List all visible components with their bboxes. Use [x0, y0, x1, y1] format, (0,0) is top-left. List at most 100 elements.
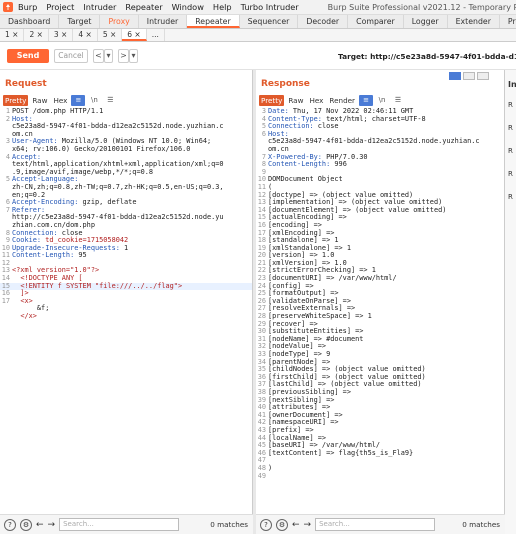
- send-button[interactable]: Send: [7, 49, 49, 63]
- help-icon[interactable]: ?: [4, 518, 16, 531]
- gear-icon[interactable]: ⚙: [20, 518, 32, 531]
- code-line: 48): [256, 463, 504, 473]
- request-tab-raw[interactable]: Raw: [30, 95, 49, 106]
- line-text: ): [268, 463, 504, 473]
- tab-extender[interactable]: Extender: [448, 15, 500, 28]
- line-text: [268, 457, 504, 465]
- line-text: Content-Length: 95: [12, 251, 252, 260]
- newline-icon[interactable]: \n: [87, 95, 101, 106]
- menu-intruder[interactable]: Intruder: [83, 2, 116, 12]
- response-viewer[interactable]: 3 Date: Thu, 17 Nov 2022 02:46:11 GMT 4 Con…: [256, 108, 504, 514]
- request-tab-pretty[interactable]: Pretty: [3, 94, 29, 106]
- word-wrap-icon[interactable]: ≡: [71, 94, 86, 106]
- response-tab-raw[interactable]: Raw: [286, 95, 305, 106]
- inspector-panel: In R R R R R: [505, 70, 516, 534]
- code-token: <!ENTITY f SYSTEM "file:///../../flag">: [12, 281, 183, 290]
- tab-sequencer[interactable]: Sequencer: [240, 15, 299, 28]
- tab-repeater[interactable]: Repeater: [187, 15, 240, 28]
- code-token: [textContent] => flag{th5s_is_Fla9}: [268, 448, 414, 457]
- response-tab-render[interactable]: Render: [327, 95, 357, 106]
- code-token: c5e23a8d-5947-4f01-bdda-d12ea2c5152d.nod…: [268, 137, 480, 146]
- inspector-row[interactable]: R: [508, 170, 513, 178]
- main-tab-bar: Dashboard Target Proxy Intruder Repeater…: [0, 15, 516, 29]
- repeater-tab-1[interactable]: 1 ×: [0, 29, 25, 41]
- line-text: DOMDocument Object: [268, 176, 504, 184]
- menu-bar: Burp Project Intruder Repeater Window He…: [0, 0, 516, 15]
- inspector-row[interactable]: R: [508, 193, 513, 201]
- tab-dashboard[interactable]: Dashboard: [0, 15, 60, 28]
- line-number: 5: [5, 175, 10, 184]
- repeater-tab-3[interactable]: 3 ×: [49, 29, 74, 41]
- code-token: c5e23a8d-5947-4f01-bdda-d12ea2c5152d.nod…: [12, 122, 224, 131]
- menu-icon[interactable]: ☰: [103, 95, 117, 106]
- line-number: 17: [1, 296, 10, 305]
- line-text: [268, 473, 504, 481]
- menu-project[interactable]: Project: [46, 2, 74, 12]
- code-token: 95: [78, 251, 87, 260]
- forward-button[interactable]: >: [118, 49, 129, 63]
- repeater-tab-5[interactable]: 5 ×: [98, 29, 123, 41]
- response-title: Response: [261, 79, 310, 89]
- tab-comparer[interactable]: Comparer: [348, 15, 404, 28]
- tab-project-options[interactable]: Project opti: [500, 15, 516, 28]
- request-search-input[interactable]: Search...: [59, 518, 180, 531]
- menu-turbo-intruder[interactable]: Turbo Intruder: [241, 2, 299, 12]
- request-tab-hex[interactable]: Hex: [51, 95, 69, 106]
- line-number: [0, 161, 12, 169]
- menu-repeater[interactable]: Repeater: [125, 2, 162, 12]
- code-line: c5e23a8d-5947-4f01-bdda-d12ea2c5152d.nod…: [256, 138, 504, 146]
- menu-burp[interactable]: Burp: [18, 2, 37, 12]
- code-token: ): [268, 463, 273, 472]
- repeater-tab-6[interactable]: 6 ×: [122, 29, 147, 41]
- inspector-row[interactable]: R: [508, 147, 513, 155]
- line-text: c5e23a8d-5947-4f01-bdda-d12ea2c5152d.nod…: [268, 138, 504, 146]
- request-view-tabs: Pretty Raw Hex ≡ \n ☰: [3, 94, 119, 106]
- line-number: [0, 305, 12, 313]
- response-search-input[interactable]: Search...: [315, 518, 436, 531]
- line-number: 6: [261, 129, 266, 138]
- target-label[interactable]: Target: http://c5e23a8d-5947-4f01-bdda-d…: [338, 52, 516, 61]
- line-number: 7: [5, 205, 10, 214]
- search-next-icon[interactable]: →: [304, 520, 312, 530]
- repeater-tab-bar: 1 × 2 × 3 × 4 × 5 × 6 × ...: [0, 29, 516, 42]
- layout-tabs-icon[interactable]: [477, 72, 489, 80]
- request-panel: Request Pretty Raw Hex ≡ \n ☰ 1 POST /dom…: [0, 70, 253, 514]
- layout-side-by-side-icon[interactable]: [449, 72, 461, 80]
- line-text: <!ENTITY f SYSTEM "file:///../../flag">: [12, 281, 252, 291]
- repeater-tab-4[interactable]: 4 ×: [73, 29, 98, 41]
- word-wrap-icon[interactable]: ≡: [359, 94, 374, 106]
- line-number: [0, 184, 12, 192]
- response-tab-hex[interactable]: Hex: [307, 95, 325, 106]
- code-token: Content-Length:: [12, 251, 79, 260]
- menu-window[interactable]: Window: [172, 2, 204, 12]
- inspector-row[interactable]: R: [508, 124, 513, 132]
- code-line: 5 Connection: close: [256, 122, 504, 131]
- newline-icon[interactable]: \n: [375, 95, 389, 106]
- request-editor[interactable]: 1 POST /dom.php HTTP/1.1 2 Host: c5e23a8d-5…: [0, 108, 252, 514]
- line-text: x64; rv:106.0) Gecko/20100101 Firefox/10…: [12, 145, 252, 154]
- code-token: Content-Length:: [268, 160, 335, 169]
- code-token: 1: [124, 243, 129, 252]
- line-number: 2: [5, 114, 10, 123]
- response-tab-pretty[interactable]: Pretty: [259, 94, 285, 106]
- tab-logger[interactable]: Logger: [404, 15, 448, 28]
- tab-proxy[interactable]: Proxy: [100, 15, 139, 28]
- tab-target[interactable]: Target: [59, 15, 101, 28]
- search-prev-icon[interactable]: ←: [292, 520, 300, 530]
- search-prev-icon[interactable]: ←: [36, 520, 44, 530]
- search-next-icon[interactable]: →: [48, 520, 56, 530]
- forward-history-dropdown[interactable]: ▾: [129, 49, 138, 63]
- repeater-tab-2[interactable]: 2 ×: [24, 29, 49, 41]
- repeater-tab-more[interactable]: ...: [147, 29, 165, 41]
- tab-intruder[interactable]: Intruder: [139, 15, 188, 28]
- inspector-row[interactable]: R: [508, 101, 513, 109]
- back-button[interactable]: <: [93, 49, 104, 63]
- gear-icon[interactable]: ⚙: [276, 518, 288, 531]
- menu-help[interactable]: Help: [213, 2, 232, 12]
- tab-decoder[interactable]: Decoder: [298, 15, 349, 28]
- layout-stacked-icon[interactable]: [463, 72, 475, 80]
- cancel-button[interactable]: Cancel: [54, 49, 88, 63]
- back-history-dropdown[interactable]: ▾: [104, 49, 113, 63]
- help-icon[interactable]: ?: [260, 518, 272, 531]
- menu-icon[interactable]: ☰: [391, 95, 405, 106]
